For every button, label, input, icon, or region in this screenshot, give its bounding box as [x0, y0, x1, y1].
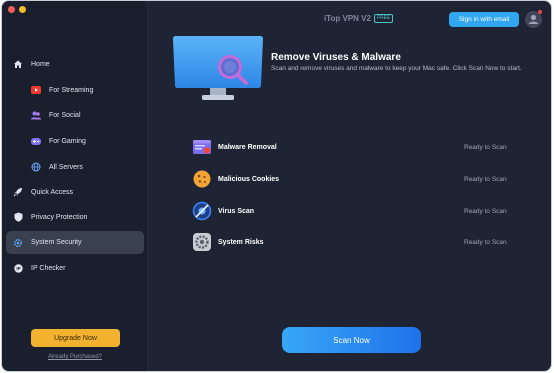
monitor-search-illustration [173, 36, 263, 100]
gear-icon [13, 238, 23, 248]
sidebar-item-label: Privacy Protection [31, 213, 88, 221]
scan-item-status: Ready to Scan [464, 175, 507, 183]
scan-item-status: Ready to Scan [464, 238, 507, 246]
app-title: iTop VPN V2 FREE [324, 14, 394, 23]
home-icon [13, 59, 23, 69]
scan-item-name: Malware Removal [218, 143, 277, 151]
sidebar-item-quick-access[interactable]: Quick Access [2, 181, 148, 203]
window-close-button[interactable] [8, 6, 15, 13]
sidebar-item-privacy-protection[interactable]: Privacy Protection [2, 206, 148, 228]
scan-item-virus-scan: Virus Scan Ready to Scan [192, 200, 522, 222]
sidebar-item-gaming[interactable]: For Gaming [2, 130, 148, 152]
sign-in-button[interactable]: Sign in with email [449, 12, 519, 27]
sidebar-item-label: All Servers [49, 163, 83, 171]
gamepad-icon [31, 136, 41, 146]
already-purchased-link[interactable]: Already Purchased? [2, 354, 148, 360]
sidebar-item-streaming[interactable]: For Streaming [2, 79, 148, 101]
sidebar-item-all-servers[interactable]: All Servers [2, 156, 148, 178]
malware-window-icon [193, 140, 211, 154]
app-window: Home For Streaming For Social For Gaming [2, 1, 551, 371]
sidebar-item-ip-checker[interactable]: IP IP Checker [2, 257, 148, 279]
shield-icon [13, 212, 23, 222]
scan-item-name: Virus Scan [218, 207, 255, 215]
ip-icon: IP [13, 263, 23, 273]
scan-now-button[interactable]: Scan Now [282, 327, 421, 353]
virus-blocked-icon [192, 201, 212, 221]
scan-item-name: System Risks [218, 238, 264, 246]
sidebar-item-label: Quick Access [31, 188, 74, 196]
notification-dot [538, 10, 542, 14]
scan-item-malware-removal: Malware Removal Ready to Scan [192, 136, 522, 158]
page-description: Scan and remove viruses and malware to k… [271, 65, 522, 72]
sidebar-item-system-security[interactable]: System Security [6, 231, 144, 254]
scan-item-name: Malicious Cookies [218, 175, 280, 183]
youtube-icon [31, 85, 41, 95]
sidebar-item-social[interactable]: For Social [2, 104, 148, 126]
free-badge: FREE [373, 14, 394, 23]
scan-item-status: Ready to Scan [464, 207, 507, 215]
scan-item-malicious-cookies: Malicious Cookies Ready to Scan [192, 168, 522, 190]
sidebar-item-label: For Social [49, 111, 81, 119]
app-title-text: iTop VPN V2 [324, 14, 371, 23]
scan-item-status: Ready to Scan [464, 143, 507, 151]
rocket-icon [13, 187, 23, 197]
sidebar-item-label: For Gaming [49, 137, 86, 145]
sidebar: Home For Streaming For Social For Gaming [2, 1, 148, 371]
sidebar-item-label: Home [31, 60, 50, 68]
page-title: Remove Viruses & Malware [271, 52, 401, 63]
window-minimize-button[interactable] [19, 6, 26, 13]
globe-icon [31, 162, 41, 172]
people-icon [31, 110, 41, 120]
scan-item-system-risks: System Risks Ready to Scan [192, 231, 522, 253]
sidebar-item-home[interactable]: Home [2, 53, 148, 75]
upgrade-now-button[interactable]: Upgrade Now [31, 329, 120, 347]
system-gear-icon [193, 233, 211, 251]
sidebar-item-label: System Security [31, 239, 82, 246]
cookie-icon [193, 170, 211, 188]
svg-text:IP: IP [16, 266, 20, 271]
sidebar-item-label: IP Checker [31, 264, 66, 272]
sidebar-item-label: For Streaming [49, 86, 94, 94]
